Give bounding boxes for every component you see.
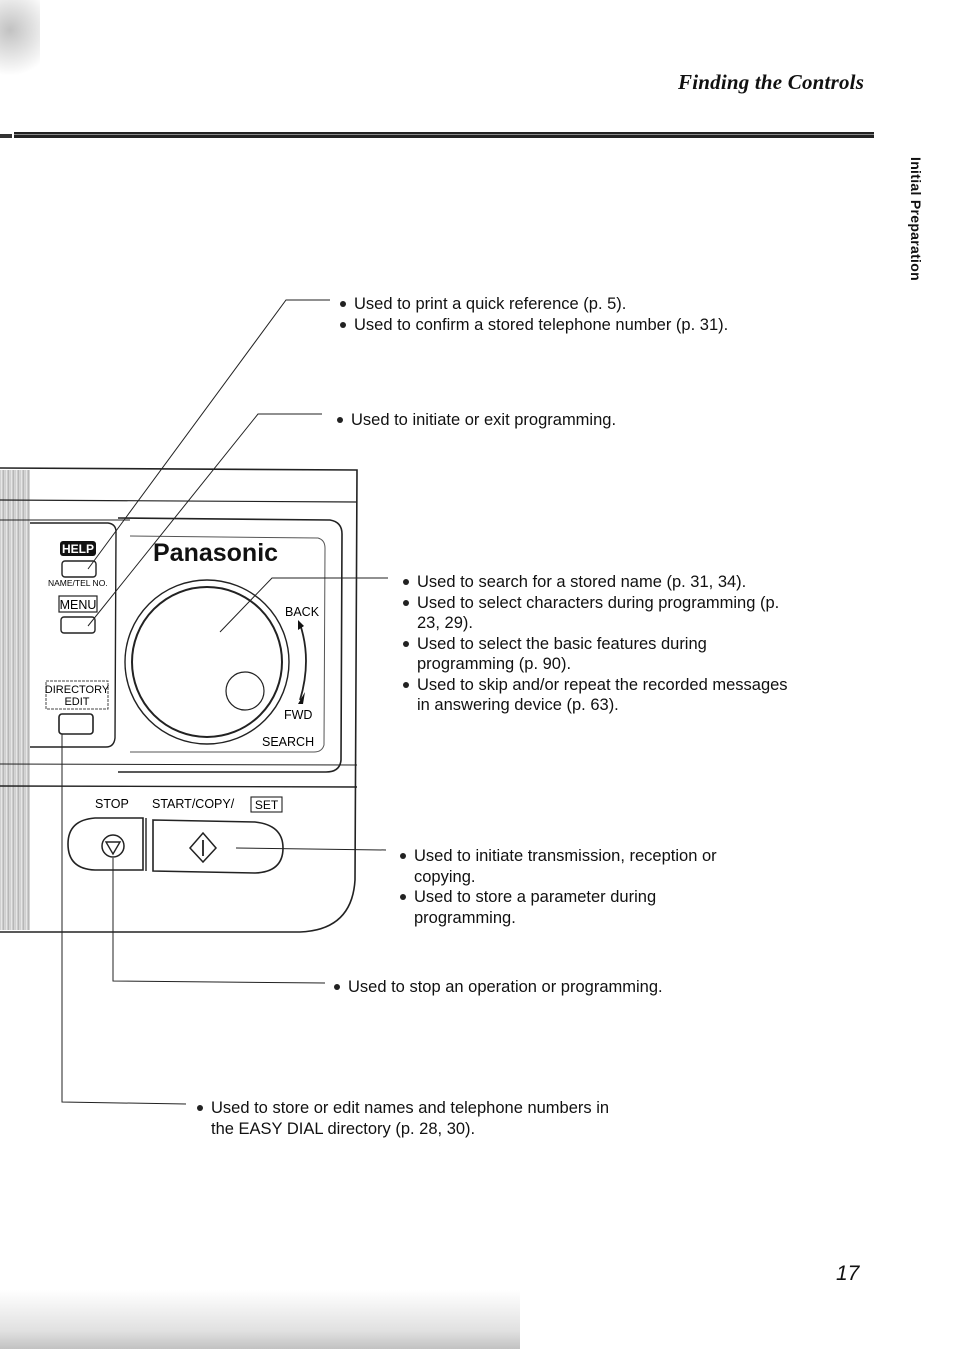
- help-button[interactable]: [61, 560, 97, 578]
- callout-help: Used to print a quick reference (p. 5). …: [340, 294, 780, 335]
- start-copy-set-button[interactable]: [152, 819, 284, 874]
- name-tel-label: NAME/TEL NO.: [48, 578, 108, 588]
- callout-item: Used to select the basic features during…: [403, 634, 793, 675]
- callout-item: Used to initiate or exit programming.: [337, 410, 757, 431]
- dial-direction-arrow-icon: [299, 623, 307, 701]
- callout-menu: Used to initiate or exit programming.: [337, 410, 757, 431]
- help-label: HELP: [62, 542, 94, 556]
- page-number: 17: [836, 1262, 860, 1285]
- callout-item: Used to stop an operation or programming…: [334, 977, 754, 998]
- brand-logo: Panasonic: [153, 539, 278, 567]
- stop-button[interactable]: [67, 817, 144, 871]
- edit-label: EDIT: [64, 696, 89, 708]
- callout-item: Used to initiate transmission, reception…: [400, 846, 730, 887]
- jog-dial[interactable]: [124, 579, 290, 745]
- callout-item: Used to store a parameter during program…: [400, 887, 730, 928]
- directory-edit-button[interactable]: [58, 713, 94, 735]
- menu-label: MENU: [60, 598, 97, 612]
- start-copy-label: START/COPY/: [152, 797, 235, 811]
- directory-label: DIRECTORY: [45, 684, 110, 696]
- dial-fwd-label: FWD: [284, 708, 312, 722]
- callout-start-copy-set: Used to initiate transmission, reception…: [400, 846, 730, 928]
- dial-search-label: SEARCH: [262, 735, 314, 749]
- callout-item: Used to print a quick reference (p. 5).: [340, 294, 780, 315]
- callout-item: Used to search for a stored name (p. 31,…: [403, 572, 793, 593]
- callout-item: Used to confirm a stored telephone numbe…: [340, 315, 780, 336]
- stop-label: STOP: [95, 797, 129, 811]
- dial-back-label: BACK: [285, 605, 320, 619]
- callout-item: Used to skip and/or repeat the recorded …: [403, 675, 793, 716]
- menu-button[interactable]: [60, 616, 96, 634]
- set-label: SET: [255, 798, 279, 812]
- callout-jog-dial: Used to search for a stored name (p. 31,…: [403, 572, 793, 716]
- jog-dial-finger-grip: [225, 671, 265, 711]
- callout-directory-edit: Used to store or edit names and telephon…: [197, 1098, 627, 1139]
- callout-stop: Used to stop an operation or programming…: [334, 977, 754, 998]
- callout-item: Used to store or edit names and telephon…: [197, 1098, 627, 1139]
- callout-item: Used to select characters during program…: [403, 593, 793, 634]
